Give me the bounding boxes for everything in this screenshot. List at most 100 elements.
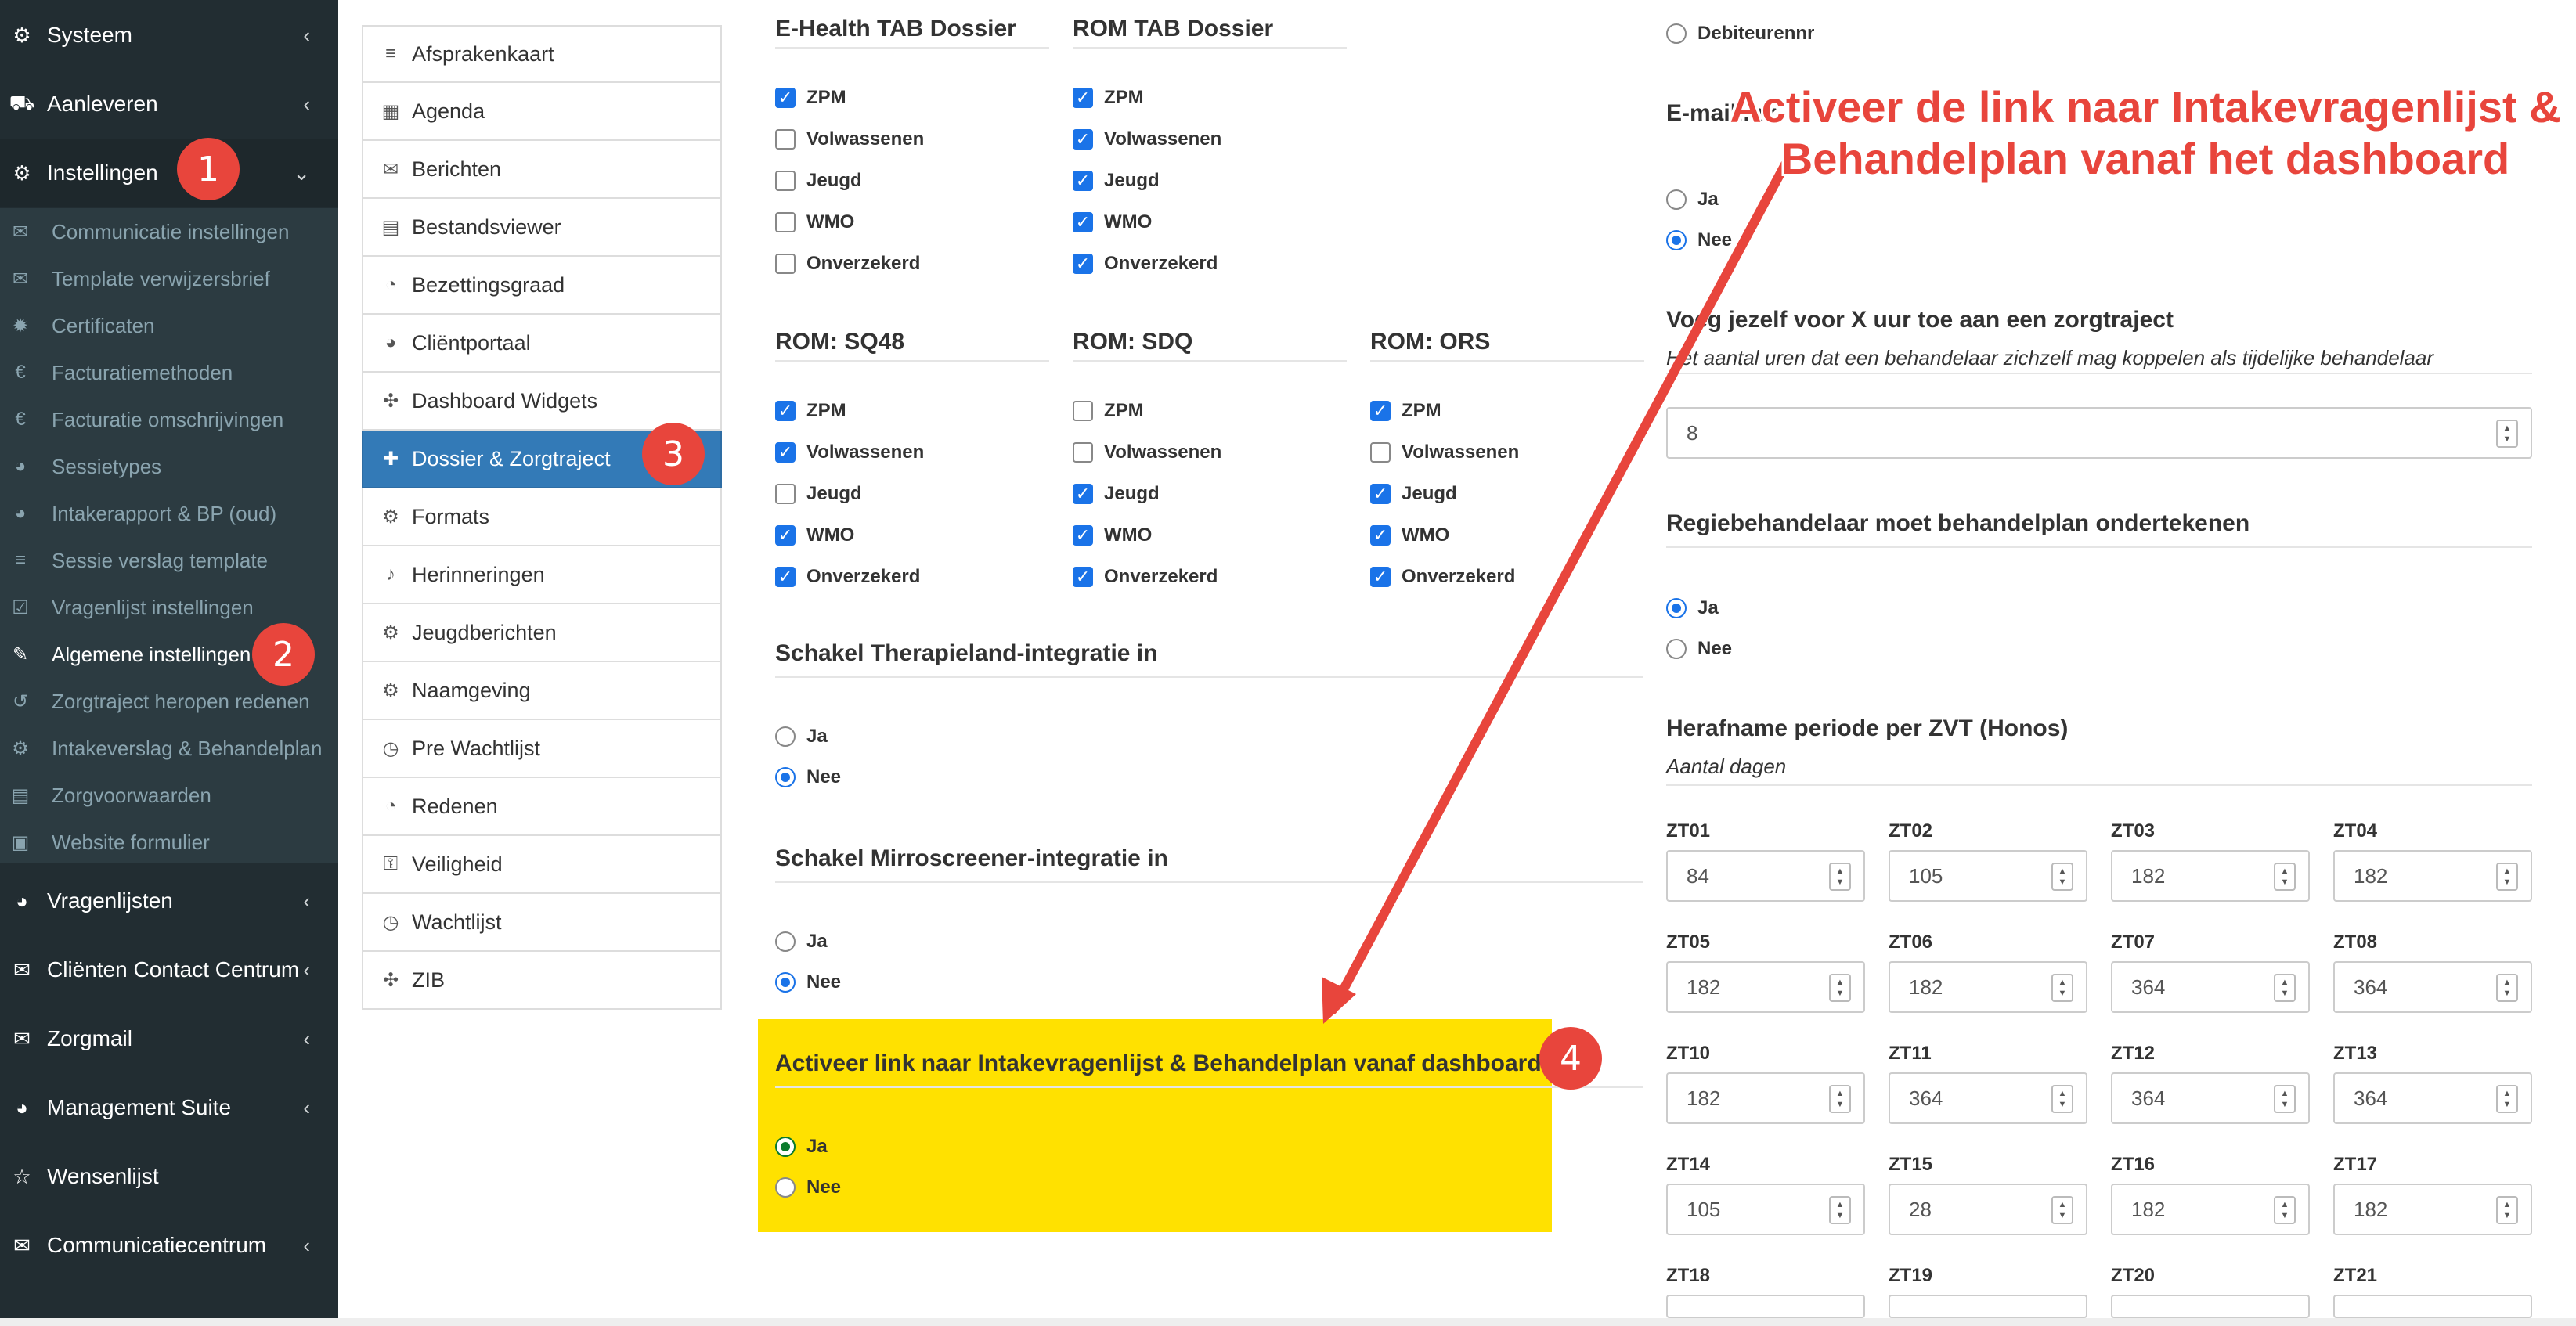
zt-input-zt13[interactable]: 364 ▲ ▼ — [2333, 1072, 2532, 1124]
spinner-icon[interactable]: ▲ ▼ — [2496, 863, 2518, 891]
zt-input-zt05[interactable]: 182 ▲ ▼ — [1666, 961, 1865, 1013]
mirroscreener-radio-ja[interactable]: Ja — [775, 928, 828, 955]
spinner-icon[interactable]: ▲ ▼ — [2274, 1085, 2296, 1113]
settings-menu-item-pre-wachtlijst[interactable]: ◷ Pre Wachtlijst — [362, 720, 722, 778]
settings-menu-item-bestandsviewer[interactable]: ▤ Bestandsviewer — [362, 199, 722, 257]
radio-unselected[interactable] — [1666, 639, 1687, 659]
zt-input-zt12[interactable]: 364 ▲ ▼ — [2111, 1072, 2310, 1124]
zt-input-zt11[interactable]: 364 ▲ ▼ — [1889, 1072, 2087, 1124]
zt-input-zt08[interactable]: 364 ▲ ▼ — [2333, 961, 2532, 1013]
checkbox-rom-ors-zpm[interactable]: ✓ ZPM — [1370, 398, 1441, 424]
submenu-item-zorgvoorwaarden[interactable]: ▤ Zorgvoorwaarden — [0, 773, 338, 817]
checkbox-rom-sdq-volwassenen[interactable]: Volwassenen — [1073, 439, 1221, 466]
checkbox-unchecked[interactable] — [775, 484, 796, 504]
sidebar-item-vragenlijsten[interactable]: ◕ Vragenlijsten ‹ — [0, 867, 338, 935]
spinner-icon[interactable]: ▲ ▼ — [2496, 1196, 2518, 1224]
submenu-item-certificaten[interactable]: ✹ Certificaten — [0, 304, 338, 348]
checkbox-unchecked[interactable] — [775, 254, 796, 274]
therapieland-radio-nee[interactable]: Nee — [775, 764, 841, 791]
spinner-icon[interactable]: ▲ ▼ — [2051, 1196, 2073, 1224]
radio-unselected[interactable] — [1666, 189, 1687, 210]
emaillink-radio-ja[interactable]: Ja — [1666, 186, 1719, 213]
submenu-item-intakerapport-bp-oud[interactable]: ◕ Intakerapport & BP (oud) — [0, 492, 338, 535]
submenu-item-template-verwijzersbrief[interactable]: ✉ Template verwijzersbrief — [0, 257, 338, 301]
debiteurennr-radio[interactable]: Debiteurennr — [1666, 20, 1814, 47]
checkbox-checked[interactable]: ✓ — [775, 442, 796, 463]
zt-input-zt17[interactable]: 182 ▲ ▼ — [2333, 1184, 2532, 1235]
checkbox-unchecked[interactable] — [775, 212, 796, 232]
zt-input-zt06[interactable]: 182 ▲ ▼ — [1889, 961, 2087, 1013]
spinner-icon[interactable]: ▲ ▼ — [2274, 1196, 2296, 1224]
settings-menu-item-dashboard-widgets[interactable]: ✣ Dashboard Widgets — [362, 373, 722, 431]
radio-selected[interactable] — [775, 1137, 796, 1157]
sidebar-item-aanleveren[interactable]: ⛟ Aanleveren ‹ — [0, 70, 338, 138]
spinner-icon[interactable]: ▲ ▼ — [2496, 974, 2518, 1002]
checkbox-rom-tab-dossier-volwassenen[interactable]: ✓ Volwassenen — [1073, 126, 1221, 153]
spinner-icon[interactable]: ▲ ▼ — [1829, 1085, 1851, 1113]
checkbox-rom-sq48-jeugd[interactable]: Jeugd — [775, 481, 862, 507]
checkbox-unchecked[interactable] — [775, 129, 796, 150]
sidebar-item-instellingen[interactable]: ⚙ Instellingen ⌄ — [0, 139, 338, 207]
settings-menu-item-agenda[interactable]: ▦ Agenda — [362, 83, 722, 141]
emaillink-radio-nee[interactable]: Nee — [1666, 227, 1732, 254]
submenu-item-communicatie-instellingen[interactable]: ✉ Communicatie instellingen — [0, 210, 338, 254]
zt-input-zt04[interactable]: 182 ▲ ▼ — [2333, 850, 2532, 902]
settings-menu-item-zib[interactable]: ✣ ZIB — [362, 952, 722, 1010]
spinner-icon[interactable]: ▲ ▼ — [2274, 863, 2296, 891]
zt-input-zt01[interactable]: 84 ▲ ▼ — [1666, 850, 1865, 902]
checkbox-checked[interactable]: ✓ — [1370, 484, 1391, 504]
checkbox-rom-sdq-onverzekerd[interactable]: ✓ Onverzekerd — [1073, 564, 1218, 590]
settings-menu-item-redenen[interactable]: ◔ Redenen — [362, 778, 722, 836]
zt-input-zt18[interactable] — [1666, 1295, 1865, 1318]
spinner-icon[interactable]: ▲ ▼ — [1829, 863, 1851, 891]
submenu-item-sessietypes[interactable]: ◕ Sessietypes — [0, 445, 338, 488]
zt-input-zt10[interactable]: 182 ▲ ▼ — [1666, 1072, 1865, 1124]
spinner-icon[interactable]: ▲ ▼ — [2051, 863, 2073, 891]
sidebar-item-cli-nten-contact-centrum[interactable]: ✉ Cliënten Contact Centrum ‹ — [0, 936, 338, 1004]
checkbox-e-health-tab-dossier-wmo[interactable]: WMO — [775, 209, 854, 236]
settings-menu-item-jeugdberichten[interactable]: ⚙ Jeugdberichten — [362, 604, 722, 662]
checkbox-rom-ors-jeugd[interactable]: ✓ Jeugd — [1370, 481, 1457, 507]
radio-unselected[interactable] — [775, 931, 796, 952]
sidebar-item-wensenlijst[interactable]: ☆ Wensenlijst — [0, 1143, 338, 1210]
settings-menu-item-cli-ntportaal[interactable]: ◕ Cliëntportaal — [362, 315, 722, 373]
spinner-icon[interactable]: ▲ ▼ — [2051, 974, 2073, 1002]
settings-menu-item-naamgeving[interactable]: ⚙ Naamgeving — [362, 662, 722, 720]
submenu-item-facturatiemethoden[interactable]: € Facturatiemethoden — [0, 351, 338, 395]
settings-menu-item-wachtlijst[interactable]: ◷ Wachtlijst — [362, 894, 722, 952]
radio-unselected[interactable] — [1666, 23, 1687, 44]
settings-menu-item-afsprakenkaart[interactable]: ≡ Afsprakenkaart — [362, 25, 722, 83]
checkbox-checked[interactable]: ✓ — [1073, 484, 1093, 504]
checkbox-checked[interactable]: ✓ — [775, 401, 796, 421]
radio-selected[interactable] — [775, 767, 796, 787]
regie-radio-nee[interactable]: Nee — [1666, 636, 1732, 662]
checkbox-rom-ors-onverzekerd[interactable]: ✓ Onverzekerd — [1370, 564, 1515, 590]
mirroscreener-radio-nee[interactable]: Nee — [775, 969, 841, 996]
settings-menu-item-herinneringen[interactable]: ♪ Herinneringen — [362, 546, 722, 604]
checkbox-rom-tab-dossier-onverzekerd[interactable]: ✓ Onverzekerd — [1073, 250, 1218, 277]
spinner-icon[interactable]: ▲ ▼ — [2051, 1085, 2073, 1113]
spinner-icon[interactable]: ▲ ▼ — [1829, 1196, 1851, 1224]
checkbox-rom-ors-wmo[interactable]: ✓ WMO — [1370, 522, 1449, 549]
checkbox-checked[interactable]: ✓ — [775, 525, 796, 546]
checkbox-unchecked[interactable] — [775, 171, 796, 191]
checkbox-checked[interactable]: ✓ — [1370, 401, 1391, 421]
voeg-hours-input[interactable]: 8 ▲ ▼ — [1666, 407, 2532, 459]
submenu-item-intakeverslag-behandelplan[interactable]: ⚙ Intakeverslag & Behandelplan — [0, 726, 338, 770]
settings-menu-item-formats[interactable]: ⚙ Formats — [362, 488, 722, 546]
checkbox-checked[interactable]: ✓ — [1370, 567, 1391, 587]
submenu-item-facturatie-omschrijvingen[interactable]: € Facturatie omschrijvingen — [0, 398, 338, 441]
checkbox-checked[interactable]: ✓ — [775, 88, 796, 108]
checkbox-unchecked[interactable] — [1370, 442, 1391, 463]
radio-selected[interactable] — [775, 972, 796, 993]
spinner-icon[interactable]: ▲ ▼ — [2274, 974, 2296, 1002]
checkbox-e-health-tab-dossier-jeugd[interactable]: Jeugd — [775, 168, 862, 194]
checkbox-checked[interactable]: ✓ — [1073, 212, 1093, 232]
zt-input-zt14[interactable]: 105 ▲ ▼ — [1666, 1184, 1865, 1235]
radio-unselected[interactable] — [775, 1177, 796, 1198]
zt-input-zt03[interactable]: 182 ▲ ▼ — [2111, 850, 2310, 902]
sidebar-item-communicatiecentrum[interactable]: ✉ Communicatiecentrum ‹ — [0, 1212, 338, 1279]
checkbox-checked[interactable]: ✓ — [775, 567, 796, 587]
submenu-item-website-formulier[interactable]: ▣ Website formulier — [0, 820, 338, 864]
checkbox-e-health-tab-dossier-volwassenen[interactable]: Volwassenen — [775, 126, 924, 153]
